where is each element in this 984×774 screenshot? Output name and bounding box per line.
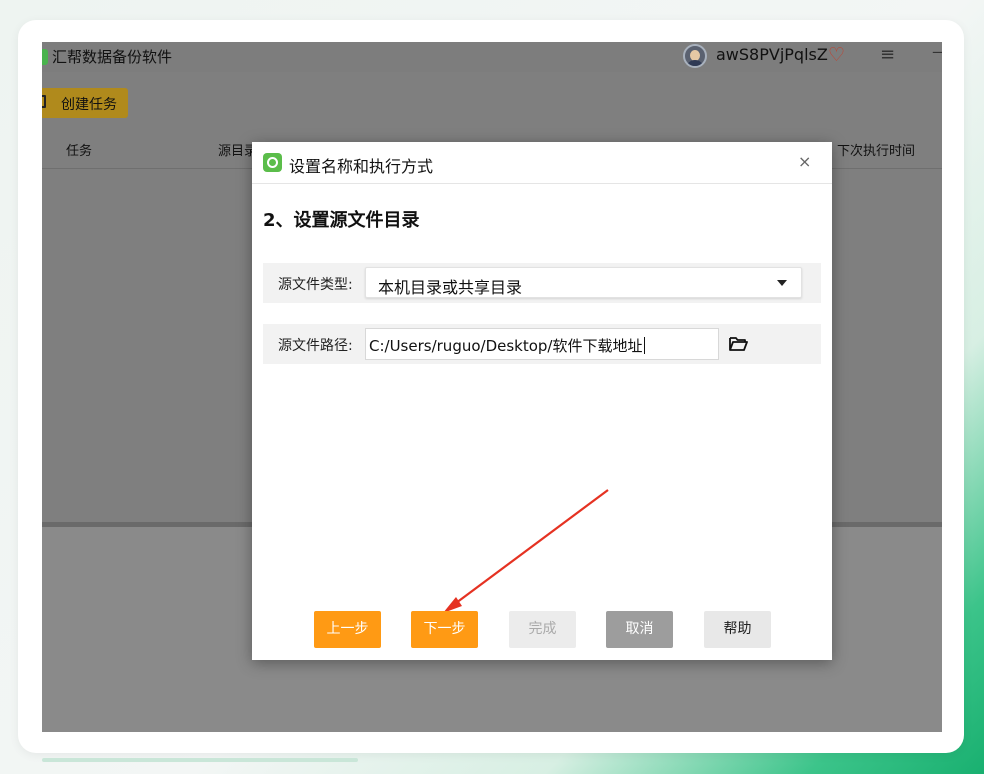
minimize-icon[interactable]: — — [932, 42, 942, 61]
avatar[interactable] — [683, 44, 707, 68]
cancel-button[interactable]: 取消 — [606, 611, 673, 648]
menu-icon[interactable]: ≡ — [880, 44, 895, 66]
title-bar: 汇帮数据备份软件 awS8PVjPqlsZ ♡ ≡ — — [42, 42, 942, 72]
column-header-next-run[interactable]: 下次执行时间 — [837, 140, 915, 159]
annotation-arrow — [443, 489, 609, 613]
prev-step-button[interactable]: 上一步 — [314, 611, 381, 648]
create-task-label: 创建任务 — [61, 97, 117, 113]
column-header-task[interactable]: 任务 — [66, 140, 92, 159]
heart-icon[interactable]: ♡ — [828, 44, 845, 66]
document-icon — [42, 95, 46, 108]
app-title: 汇帮数据备份软件 — [52, 48, 173, 66]
help-button[interactable]: 帮助 — [704, 611, 771, 648]
next-step-button[interactable]: 下一步 — [411, 611, 478, 648]
create-task-button[interactable]: 创建任务 — [42, 88, 128, 118]
app-logo-icon — [42, 49, 48, 65]
decorative-line — [42, 758, 358, 762]
username[interactable]: awS8PVjPqlsZ — [716, 45, 828, 64]
setup-dialog: 设置名称和执行方式 × 2、设置源文件目录 源文件类型: 本机目录或共享目录 源… — [252, 142, 832, 660]
finish-button[interactable]: 完成 — [509, 611, 576, 648]
